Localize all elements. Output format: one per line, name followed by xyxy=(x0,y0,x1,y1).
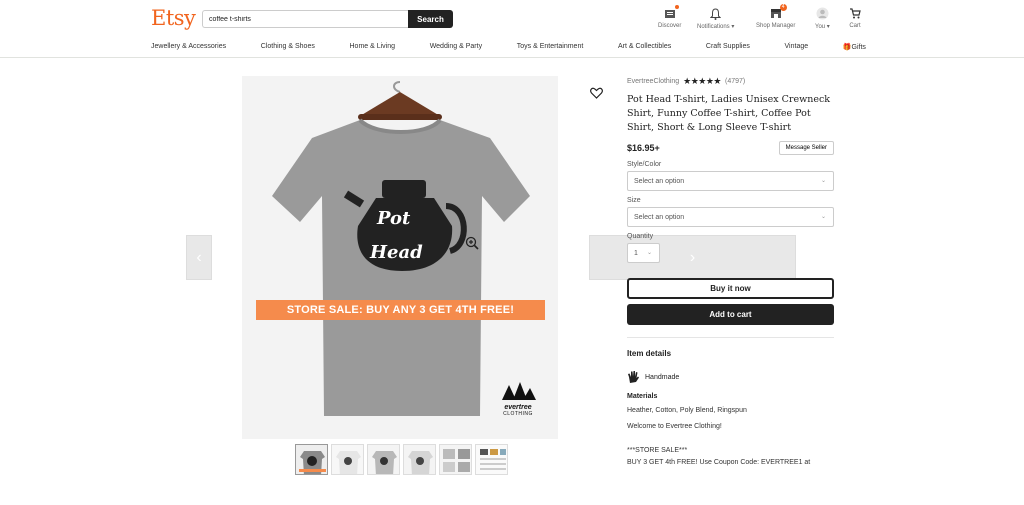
rating-stars-icon: ★★★★★ xyxy=(683,76,721,86)
chevron-down-icon: ⌄ xyxy=(646,250,652,256)
materials-value: Heather, Cotton, Poly Blend, Ringspun xyxy=(627,407,747,414)
avatar-icon xyxy=(815,7,829,20)
cat-wedding[interactable]: Wedding & Party xyxy=(430,43,482,51)
cat-jewellery[interactable]: Jewellery & Accessories xyxy=(151,43,226,51)
nav-you[interactable]: You ▾ xyxy=(815,7,830,33)
cat-craft[interactable]: Craft Supplies xyxy=(706,43,750,51)
style-select-value: Select an option xyxy=(634,178,685,185)
cart-icon xyxy=(848,7,862,20)
size-label: Size xyxy=(627,197,641,204)
review-count[interactable]: (4797) xyxy=(725,78,745,85)
notifications-label: Notifications xyxy=(697,24,730,30)
thumbnail[interactable] xyxy=(367,444,400,475)
thumbnail[interactable] xyxy=(295,444,328,475)
gift-icon: 🎁 xyxy=(842,44,852,51)
divider xyxy=(627,337,834,338)
nav-shop-manager[interactable]: 4 Shop Manager xyxy=(756,4,796,33)
brand-mark-sub: CLOTHING xyxy=(503,411,533,417)
quantity-label: Quantity xyxy=(627,233,654,240)
shirt-text-head: Head xyxy=(370,242,423,263)
brand-mark-name: evertree xyxy=(504,404,532,411)
nav-cart[interactable]: Cart xyxy=(848,7,862,33)
zoom-icon[interactable] xyxy=(465,236,479,252)
discover-icon xyxy=(663,5,679,20)
product-title: Pot Head T-shirt, Ladies Unisex Crewneck… xyxy=(627,94,831,133)
cat-home[interactable]: Home & Living xyxy=(350,43,396,51)
add-to-cart-button[interactable]: Add to cart xyxy=(627,304,834,325)
bell-icon xyxy=(709,7,723,20)
shirt-text-pot: Pot xyxy=(377,208,411,229)
style-select[interactable]: Select an option ⌄ xyxy=(627,171,834,191)
product-image: STORE SALE: BUY ANY 3 GET 4TH FREE! Pot … xyxy=(242,76,558,439)
product-price: $16.95+ xyxy=(627,143,660,153)
thumbnail-strip xyxy=(295,444,508,475)
shop-name-link[interactable]: EvertreeClothing xyxy=(627,78,679,85)
site-header: Etsy Search Discover Notifications ▾ 4 S… xyxy=(0,0,1024,58)
cart-label: Cart xyxy=(849,23,861,29)
product-details: EvertreeClothing ★★★★★ (4797) Pot Head T… xyxy=(627,76,834,469)
hand-icon xyxy=(628,371,639,383)
description-line: ***STORE SALE*** xyxy=(627,447,688,454)
shop-icon: 4 xyxy=(769,4,787,20)
cat-toys[interactable]: Toys & Entertainment xyxy=(517,43,584,51)
cat-gifts[interactable]: 🎁Gifts xyxy=(843,43,866,51)
thumbnail[interactable] xyxy=(403,444,436,475)
thumbnail[interactable] xyxy=(439,444,472,475)
quantity-select[interactable]: 1 ⌄ xyxy=(627,243,660,263)
description-line: BUY 3 GET 4th FREE! Use Coupon Code: EVE… xyxy=(627,459,811,466)
size-select[interactable]: Select an option ⌄ xyxy=(627,207,834,227)
you-label: You xyxy=(815,24,826,30)
chevron-down-icon: ⌄ xyxy=(820,214,826,220)
search-button[interactable]: Search xyxy=(408,10,453,28)
quantity-value: 1 xyxy=(634,250,638,257)
nav-notifications[interactable]: Notifications ▾ xyxy=(697,7,734,33)
gifts-label: Gifts xyxy=(851,44,866,51)
item-details-heading: Item details xyxy=(627,349,672,358)
chevron-left-icon: ‹ xyxy=(196,248,202,266)
handmade-row: Handmade xyxy=(627,370,834,384)
thumbnail[interactable] xyxy=(475,444,508,475)
prev-image-button[interactable]: ‹ xyxy=(186,235,212,280)
cat-vintage[interactable]: Vintage xyxy=(785,43,809,51)
shop-rating-row: EvertreeClothing ★★★★★ (4797) xyxy=(627,76,834,87)
shop-manager-badge: 4 xyxy=(779,4,787,11)
shop-manager-label: Shop Manager xyxy=(756,23,796,29)
description-line: Welcome to Evertree Clothing! xyxy=(627,423,722,430)
style-label: Style/Color xyxy=(627,161,662,168)
category-nav: Jewellery & Accessories Clothing & Shoes… xyxy=(151,43,866,51)
tree-logo-icon xyxy=(502,382,536,400)
materials-heading: Materials xyxy=(627,393,658,400)
discover-label: Discover xyxy=(658,23,682,29)
handmade-label: Handmade xyxy=(645,373,680,381)
size-select-value: Select an option xyxy=(634,214,685,221)
discover-dot xyxy=(674,5,679,9)
nav-discover[interactable]: Discover xyxy=(658,5,682,33)
description: Welcome to Evertree Clothing! ***STORE S… xyxy=(627,421,834,469)
search-input[interactable] xyxy=(202,10,408,28)
message-seller-button[interactable]: Message Seller xyxy=(778,141,834,155)
cat-art[interactable]: Art & Collectibles xyxy=(618,43,671,51)
sale-banner: STORE SALE: BUY ANY 3 GET 4TH FREE! xyxy=(256,300,545,320)
chevron-down-icon: ⌄ xyxy=(820,178,826,184)
buy-now-button[interactable]: Buy it now xyxy=(627,278,834,299)
etsy-logo[interactable]: Etsy xyxy=(151,6,196,30)
heart-icon[interactable] xyxy=(590,87,603,101)
cat-clothing[interactable]: Clothing & Shoes xyxy=(261,43,315,51)
thumbnail[interactable] xyxy=(331,444,364,475)
evertree-brand-mark: evertree CLOTHING xyxy=(497,380,539,424)
